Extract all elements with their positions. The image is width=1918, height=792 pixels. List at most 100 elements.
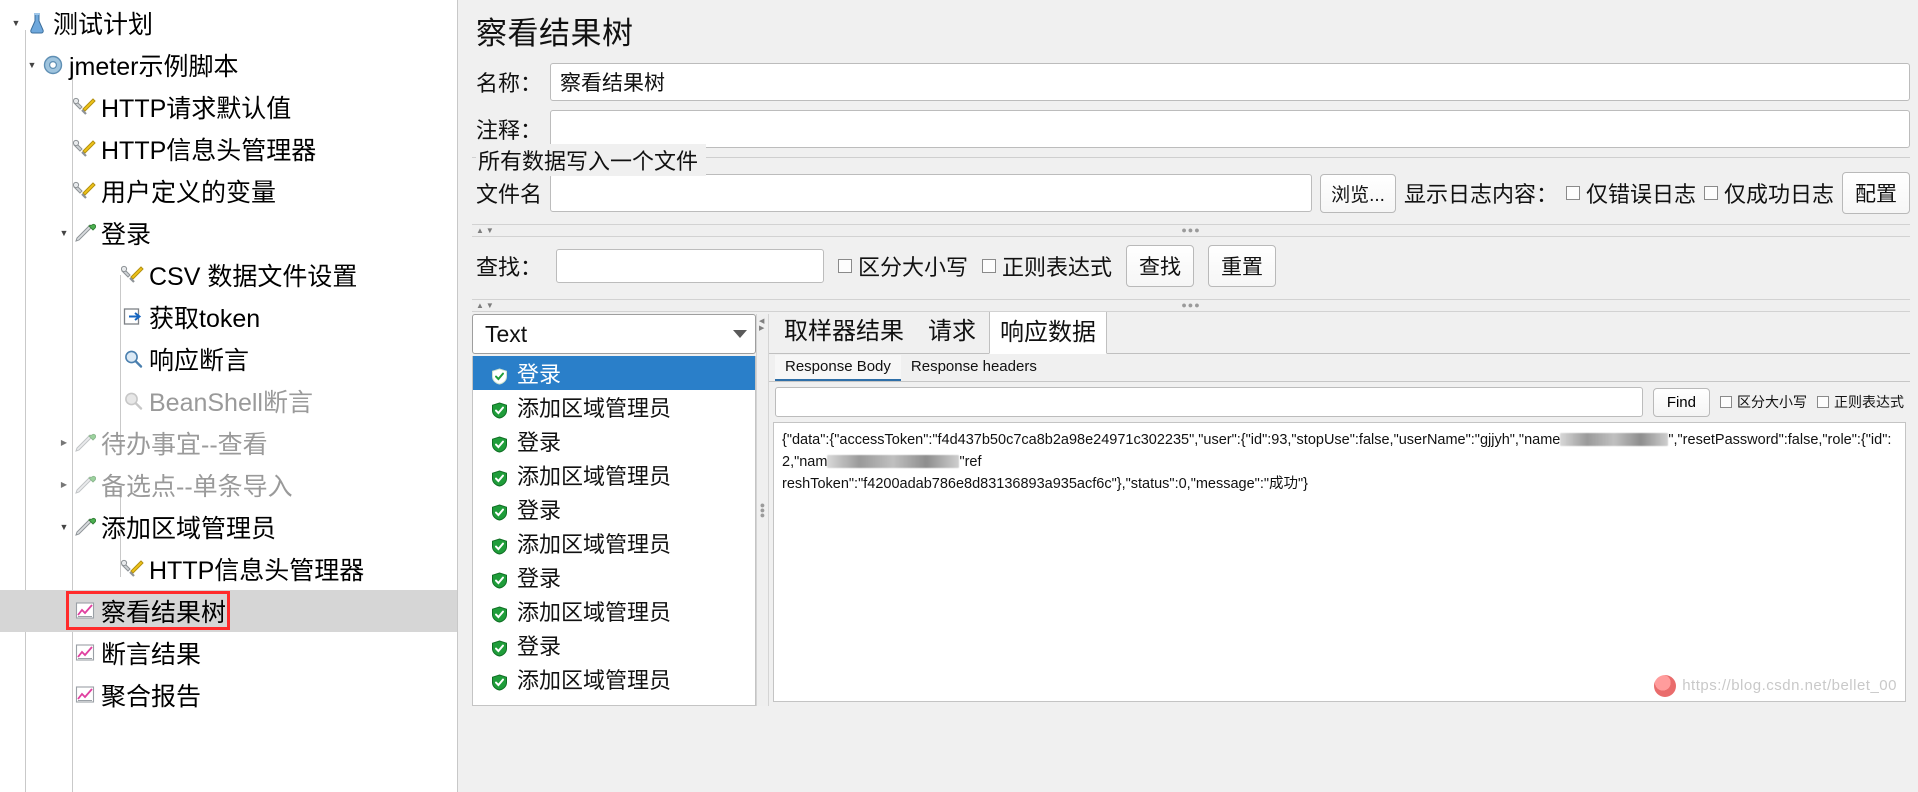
result-list-item[interactable]: 登录 [473,424,755,458]
lower-splitter[interactable]: ▲▼ ●●● [472,299,1910,312]
search-input[interactable] [556,249,825,283]
response-find-button[interactable]: Find [1652,387,1710,417]
checkbox-box-resp-case[interactable] [1720,396,1732,408]
result-list-item[interactable]: 添加区域管理员 [473,662,755,696]
browse-button[interactable]: 浏览... [1320,173,1396,213]
chevron-down-icon[interactable] [56,212,72,254]
config-wrench-icon [72,136,98,162]
search-case-sensitive-label: 区分大小写 [858,255,969,280]
result-list-item[interactable]: 登录 [473,560,755,594]
configure-button[interactable]: 配置 [1842,172,1910,214]
tree-node-12[interactable]: 添加区域管理员 [0,506,457,548]
tree-node-14[interactable]: 察看结果树 [0,590,457,632]
search-case-sensitive-checkbox[interactable]: 区分大小写 [838,250,968,282]
response-subtab-0[interactable]: Response Body [775,355,901,381]
result-list-item[interactable]: 添加区域管理员 [473,526,755,560]
log-display-label: 显示日志内容： [1403,182,1558,207]
lower-splitter-grip-dots[interactable]: ●●● [1181,301,1200,310]
splitter-grip-dots[interactable]: ●●● [1181,226,1200,235]
vertical-splitter-arrows[interactable]: ◀ ▶ [759,318,764,332]
redacted-block-1 [1560,433,1669,446]
tree-node-2[interactable]: HTTP请求默认值 [0,86,457,128]
renderer-select[interactable]: Text [472,314,756,354]
tree-node-1[interactable]: jmeter示例脚本 [0,44,457,86]
tree-node-6[interactable]: CSV 数据文件设置 [0,254,457,296]
chevron-down-icon[interactable] [733,330,747,338]
checkbox-box-regex[interactable] [982,259,997,273]
detail-tab-1[interactable]: 请求 [917,307,987,353]
result-list-item[interactable]: 登录 [473,628,755,662]
test-plan-tree[interactable]: 测试计划jmeter示例脚本HTTP请求默认值HTTP信息头管理器用户定义的变量… [0,0,457,716]
tree-node-16[interactable]: 聚合报告 [0,674,457,716]
tree-node-spacer [104,254,120,296]
tree-node-9[interactable]: BeanShell断言 [0,380,457,422]
result-list-item[interactable]: 添加区域管理员 [473,390,755,424]
success-shield-icon [491,467,508,487]
checkbox-box-errors[interactable] [1565,186,1580,200]
detail-tab-0[interactable]: 取样器结果 [773,307,915,353]
tree-node-label: 测试计划 [53,11,154,39]
search-reset-button[interactable]: 重置 [1208,245,1277,287]
lower-splitter-arrows[interactable]: ▲▼ [472,301,496,310]
tree-node-label: 断言结果 [101,641,202,669]
checkbox-box-resp-regex[interactable] [1817,396,1829,408]
response-subtab-1[interactable]: Response headers [901,355,1047,381]
response-subtabbar[interactable]: Response Body Response headers [769,354,1910,382]
tree-node-0[interactable]: 测试计划 [0,2,457,44]
tree-node-11[interactable]: 备选点--单条导入 [0,464,457,506]
tree-node-5[interactable]: 登录 [0,212,457,254]
comment-input[interactable] [550,110,1910,148]
tree-node-3[interactable]: HTTP信息头管理器 [0,128,457,170]
filename-input[interactable] [550,174,1313,212]
tree-node-13[interactable]: HTTP信息头管理器 [0,548,457,590]
only-success-checkbox[interactable]: 仅成功日志 [1703,177,1834,209]
only-errors-checkbox[interactable]: 仅错误日志 [1565,177,1696,209]
result-list-item[interactable]: 登录 [473,356,755,390]
write-all-data-group-title: 所有数据写入一个文件 [476,144,707,176]
test-plan-tree-panel[interactable]: 测试计划jmeter示例脚本HTTP请求默认值HTTP信息头管理器用户定义的变量… [0,0,458,792]
response-body-text[interactable]: {"data":{"accessToken":"f4d437b50c7ca8b2… [773,422,1906,702]
listener-config-panel: 察看结果树 名称： 注释： 所有数据写入一个文件 文件名 浏览... 显示日志内… [458,0,1918,792]
tree-node-4[interactable]: 用户定义的变量 [0,170,457,212]
checkbox-box-success[interactable] [1703,186,1718,200]
response-text-line-2: reshToken":"f4200adab786e8d83136893a935a… [782,476,1308,492]
watermark: https://blog.csdn.net/bellet_00 [1654,675,1897,697]
tree-node-7[interactable]: 获取token [0,296,457,338]
tree-node-label: 响应断言 [149,347,250,375]
detail-tabbar[interactable]: 取样器结果 请求 响应数据 [769,308,1910,354]
tree-node-8[interactable]: 响应断言 [0,338,457,380]
name-row: 名称： [472,63,1910,101]
vertical-splitter[interactable]: ◀ ▶ ● ● ● [756,314,769,706]
result-list-item[interactable]: 登录 [473,492,755,526]
chevron-down-icon[interactable] [56,506,72,548]
tree-node-spacer [56,128,72,170]
response-text-segment-1: {"data":{"accessToken":"f4d437b50c7ca8b2… [782,432,1561,448]
name-input[interactable] [550,63,1910,101]
result-list-item[interactable]: 添加区域管理员 [473,594,755,628]
sampler-results-list[interactable]: 登录 添加区域管理员 登录 添加区域管理员 登录 添加区域管理员 登录 添加区域管理员 登录 添加… [472,356,756,706]
chevron-down-icon[interactable] [8,2,24,44]
tree-node-label: 添加区域管理员 [101,515,277,543]
search-find-button[interactable]: 查找 [1126,245,1195,287]
splitter-arrows-up-down[interactable]: ▲▼ [472,226,496,235]
result-list-item[interactable]: 添加区域管理员 [473,458,755,492]
response-find-input[interactable] [775,387,1643,417]
detail-tab-2[interactable]: 响应数据 [989,308,1107,354]
search-regex-checkbox[interactable]: 正则表达式 [982,250,1112,282]
tree-node-spacer [104,296,120,338]
checkbox-box-case[interactable] [838,259,853,273]
chevron-down-icon[interactable] [24,44,40,86]
vertical-splitter-grip-dots[interactable]: ● ● ● [760,500,765,519]
search-label: 查找： [476,255,543,280]
only-errors-label: 仅错误日志 [1585,182,1696,207]
tree-node-15[interactable]: 断言结果 [0,632,457,674]
response-case-sensitive-checkbox[interactable]: 区分大小写 [1720,392,1807,412]
response-regex-checkbox[interactable]: 正则表达式 [1817,392,1904,412]
upper-splitter[interactable]: ▲▼ ●●● [472,224,1910,237]
transaction-pencil-icon [72,472,98,498]
tree-node-10[interactable]: 待办事宜--查看 [0,422,457,464]
result-item-label: 登录 [517,566,562,591]
results-list-pane: Text 登录 添加区域管理员 登录 添加区域管理员 登录 添加区域管理员 登录 添加区域管理… [472,314,756,706]
chevron-right-icon[interactable] [56,464,72,506]
chevron-right-icon[interactable] [56,422,72,464]
